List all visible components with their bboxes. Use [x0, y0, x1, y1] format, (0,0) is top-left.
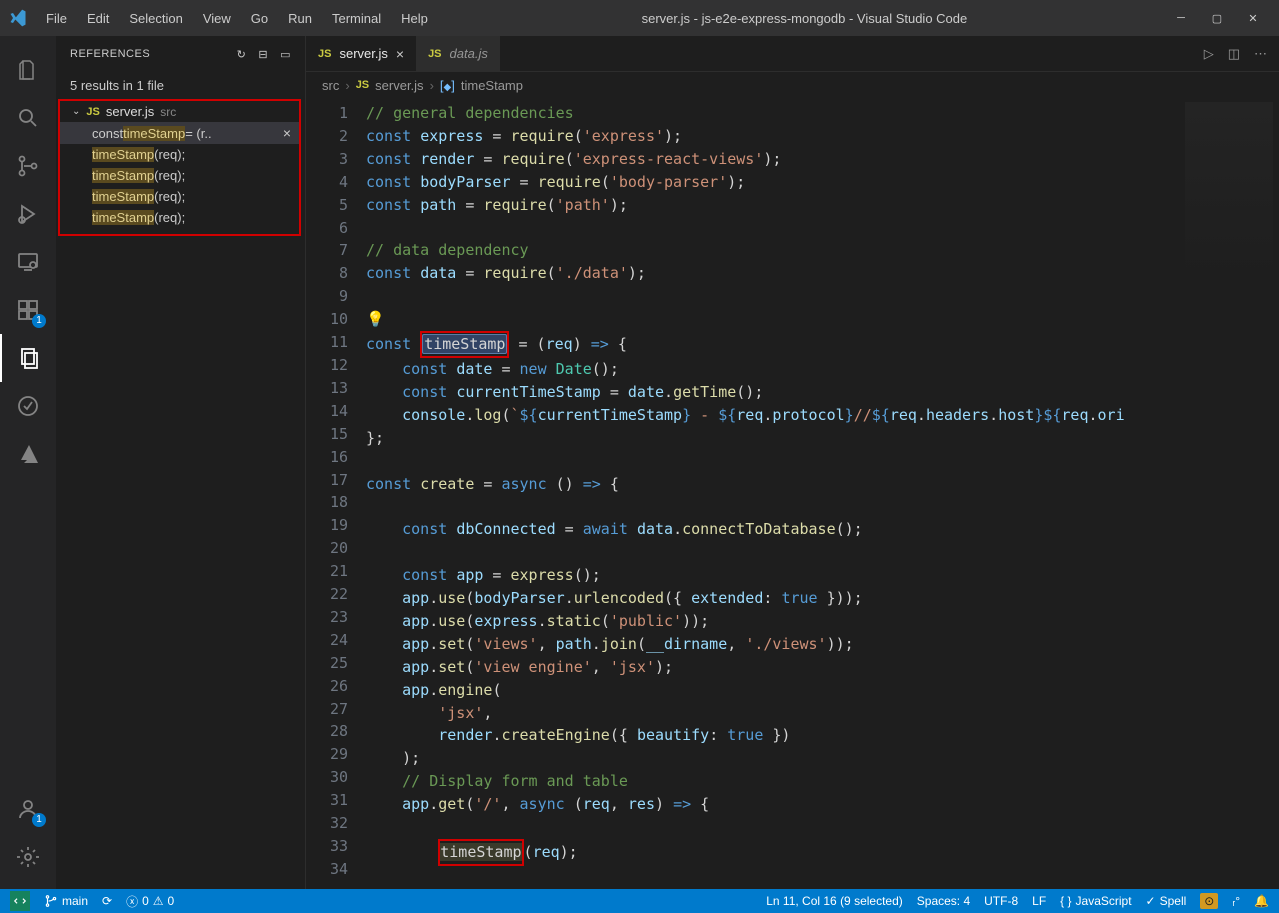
copilot-icon[interactable]: ⊙: [1200, 893, 1218, 909]
references-sidebar: REFERENCES ↻ ⊟ ▭ 5 results in 1 file ⌄ J…: [56, 36, 306, 889]
window-title: server.js - js-e2e-express-mongodb - Vis…: [440, 11, 1169, 26]
remote-explorer-icon[interactable]: [0, 238, 56, 286]
remote-indicator-icon[interactable]: [10, 891, 30, 911]
reference-filedir: src: [160, 105, 176, 119]
cursor-position[interactable]: Ln 11, Col 16 (9 selected): [766, 894, 903, 908]
run-debug-icon[interactable]: [0, 190, 56, 238]
source-control-icon[interactable]: [0, 142, 56, 190]
settings-gear-icon[interactable]: [0, 833, 56, 881]
menu-help[interactable]: Help: [393, 7, 436, 30]
more-icon[interactable]: ⋯: [1254, 46, 1267, 62]
highlighted-references-box: ⌄ JS server.js src const timeStamp = (r.…: [58, 99, 301, 236]
vscode-logo-icon: [8, 8, 28, 28]
run-icon[interactable]: ▷: [1204, 46, 1214, 62]
js-file-icon: JS: [318, 48, 331, 60]
reference-item[interactable]: timeStamp(req);: [60, 165, 299, 186]
sidebar-title: REFERENCES: [70, 48, 150, 60]
js-file-icon: JS: [356, 79, 369, 91]
js-file-icon: JS: [428, 48, 441, 60]
indent-indicator[interactable]: Spaces: 4: [917, 894, 970, 908]
reference-item[interactable]: timeStamp(req);: [60, 144, 299, 165]
statusbar: main ⟳ ⓧ 0 ⚠ 0 Ln 11, Col 16 (9 selected…: [0, 889, 1279, 913]
reference-item[interactable]: timeStamp(req);: [60, 207, 299, 228]
breadcrumb[interactable]: src› JSserver.js› [◆]timeStamp: [306, 72, 1279, 98]
extensions-icon[interactable]: 1: [0, 286, 56, 334]
accounts-badge: 1: [32, 813, 46, 827]
menu-selection[interactable]: Selection: [121, 7, 190, 30]
accounts-icon[interactable]: 1: [0, 785, 56, 833]
tab-data-js[interactable]: JSdata.js: [416, 36, 500, 71]
menu-run[interactable]: Run: [280, 7, 320, 30]
references-icon[interactable]: [0, 334, 56, 382]
notifications-icon[interactable]: 🔔: [1254, 894, 1269, 908]
split-editor-icon[interactable]: ◫: [1228, 46, 1240, 62]
reference-item[interactable]: timeStamp(req);: [60, 186, 299, 207]
reference-filename: server.js: [106, 104, 154, 119]
feedback-icon[interactable]: ᵣ°: [1232, 894, 1240, 908]
encoding-indicator[interactable]: UTF-8: [984, 894, 1018, 908]
reference-file[interactable]: ⌄ JS server.js src: [60, 101, 299, 122]
activitybar: 1 1: [0, 36, 56, 889]
minimize-icon[interactable]: ─: [1173, 12, 1189, 25]
explorer-icon[interactable]: [0, 46, 56, 94]
menu-view[interactable]: View: [195, 7, 239, 30]
azure-icon[interactable]: [0, 430, 56, 478]
menu-terminal[interactable]: Terminal: [324, 7, 389, 30]
sidebar-header: REFERENCES ↻ ⊟ ▭: [56, 36, 305, 72]
spell-check[interactable]: ✓ Spell: [1146, 894, 1187, 908]
chevron-down-icon: ⌄: [72, 106, 80, 117]
editor-area: JSserver.js× JSdata.js ▷ ◫ ⋯ src› JSserv…: [306, 36, 1279, 889]
js-file-icon: JS: [86, 106, 99, 118]
menu-go[interactable]: Go: [243, 7, 276, 30]
testing-icon[interactable]: [0, 382, 56, 430]
clear-icon[interactable]: ▭: [280, 48, 291, 61]
menu-file[interactable]: File: [38, 7, 75, 30]
eol-indicator[interactable]: LF: [1032, 894, 1046, 908]
results-summary: 5 results in 1 file: [56, 72, 305, 99]
reference-item[interactable]: const timeStamp = (r..×: [60, 122, 299, 144]
tab-server-js[interactable]: JSserver.js×: [306, 36, 416, 71]
extensions-badge: 1: [32, 314, 46, 328]
problems-indicator[interactable]: ⓧ 0 ⚠ 0: [126, 893, 174, 910]
code-content[interactable]: // general dependencies const express = …: [366, 98, 1179, 889]
language-mode[interactable]: { } JavaScript: [1060, 894, 1131, 908]
editor-body[interactable]: 1 2 3 4 5 6 7 8 9 10 11 12 13 14 15 16 1…: [306, 98, 1279, 889]
refresh-icon[interactable]: ↻: [237, 48, 247, 61]
search-icon[interactable]: [0, 94, 56, 142]
menu-edit[interactable]: Edit: [79, 7, 117, 30]
git-branch[interactable]: main: [44, 894, 88, 908]
close-icon[interactable]: ✕: [1245, 12, 1261, 25]
minimap[interactable]: [1179, 98, 1279, 889]
close-icon[interactable]: ×: [396, 46, 404, 62]
titlebar: File Edit Selection View Go Run Terminal…: [0, 0, 1279, 36]
sync-icon[interactable]: ⟳: [102, 894, 112, 908]
close-icon[interactable]: ×: [283, 125, 291, 141]
tabbar: JSserver.js× JSdata.js ▷ ◫ ⋯: [306, 36, 1279, 72]
line-numbers: 1 2 3 4 5 6 7 8 9 10 11 12 13 14 15 16 1…: [306, 98, 366, 889]
maximize-icon[interactable]: ▢: [1209, 12, 1225, 25]
collapse-all-icon[interactable]: ⊟: [258, 48, 268, 61]
